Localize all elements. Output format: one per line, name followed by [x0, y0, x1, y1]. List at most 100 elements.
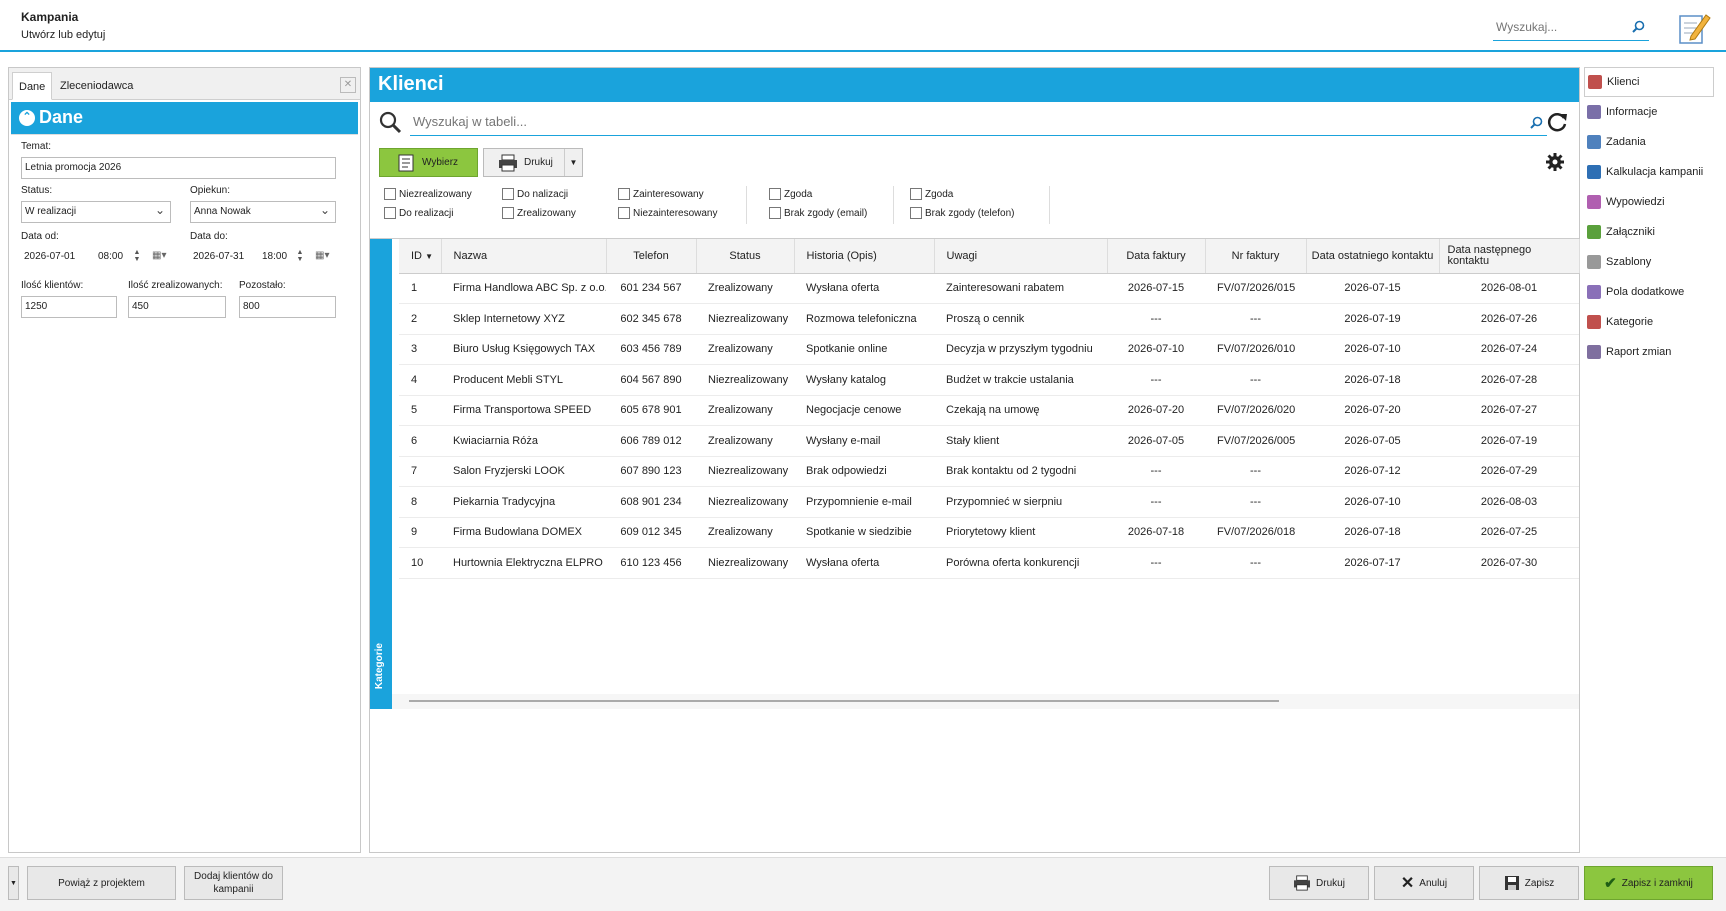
checkbox[interactable] [618, 207, 630, 219]
table-cell: 2026-07-20 [1107, 395, 1205, 426]
table-row[interactable]: 10 Hurtownia Elektryczna ELPRO 610 123 456… [399, 547, 1579, 579]
gear-icon[interactable] [1545, 152, 1565, 172]
column-header-status[interactable]: Status [696, 239, 795, 274]
column-header-historia[interactable]: Historia (Opis) [794, 239, 935, 274]
filter-brak-zgody-telefon[interactable]: Brak zgody (telefon) [910, 207, 1015, 219]
calendar-icon[interactable]: ▦▾ [152, 250, 170, 264]
data-od-date[interactable]: 2026-07-01 [22, 247, 77, 267]
table-row[interactable]: 2 Sklep Internetowy XYZ 602 345 678 Niezrea… [399, 303, 1579, 335]
filter-label: Zrealizowany [517, 207, 576, 219]
nav-item-informacje[interactable]: Informacje [1584, 97, 1714, 127]
print-button[interactable]: Drukuj ▼ [483, 148, 583, 177]
filter-zgoda-telefon[interactable]: Zgoda [910, 188, 953, 200]
table-cell: 5 [399, 395, 441, 426]
data-od-label: Data od: [21, 231, 59, 242]
details-tabs: Dane Zleceniodawca ✕ [9, 68, 360, 100]
global-search-input[interactable] [1493, 15, 1623, 39]
search-icon[interactable] [1632, 20, 1645, 33]
status-select[interactable]: W realizacji [21, 201, 171, 223]
pozostalo-field[interactable]: 800 [239, 296, 336, 318]
table-cell: 8 [399, 486, 441, 518]
temat-field[interactable]: Letnia promocja 2026 [21, 157, 336, 179]
nav-item-załączniki[interactable]: Załączniki [1584, 217, 1714, 247]
close-icon[interactable]: ✕ [340, 77, 356, 93]
filter-do-nalizacji[interactable]: Do nalizacji [502, 188, 568, 200]
cancel-button[interactable]: ✕ Anuluj [1374, 866, 1474, 900]
filter-niezainteresowany[interactable]: Niezainteresowany [618, 207, 718, 219]
global-search[interactable] [1493, 15, 1649, 41]
table-row[interactable]: 9 Firma Budowlana DOMEX 609 012 345 Zrealiz… [399, 517, 1579, 548]
save-and-close-button[interactable]: ✔ Zapisz i zamknij [1584, 866, 1713, 900]
time-spinner[interactable]: ▲ ▼ [295, 249, 305, 265]
tab-zleceniodawca[interactable]: Zleceniodawca [54, 72, 139, 100]
data-od-time[interactable]: 08:00 [96, 247, 125, 267]
checkbox[interactable] [769, 188, 781, 200]
table-row[interactable]: 1 Firma Handlowa ABC Sp. z o.o. 601 234 56… [399, 273, 1579, 304]
filter-brak-zgody-email[interactable]: Brak zgody (email) [769, 207, 867, 219]
checkbox[interactable] [384, 207, 396, 219]
column-header-id[interactable]: ID ▼ [399, 239, 442, 274]
nav-item-szablony[interactable]: Szablony [1584, 247, 1714, 277]
data-do-time[interactable]: 18:00 [260, 247, 289, 267]
table-search-input[interactable] [410, 108, 1510, 134]
calendar-icon[interactable]: ▦▾ [315, 250, 333, 264]
column-header-data-faktury[interactable]: Data faktury [1107, 239, 1206, 274]
checkbox[interactable] [502, 207, 514, 219]
nav-item-klienci[interactable]: Klienci [1584, 67, 1714, 97]
chevron-up-icon[interactable]: ⌃ [19, 110, 35, 126]
horizontal-scrollbar[interactable] [409, 700, 1279, 702]
table-row[interactable]: 4 Producent Mebli STYL 604 567 890 Niezreal… [399, 364, 1579, 396]
time-spinner[interactable]: ▲ ▼ [132, 249, 142, 265]
filter-zrealizowany[interactable]: Zrealizowany [502, 207, 576, 219]
checkbox[interactable] [618, 188, 630, 200]
select-button[interactable]: Wybierz [379, 148, 478, 177]
checkbox[interactable] [769, 207, 781, 219]
ilosc-zrealizowanych-field[interactable]: 450 [128, 296, 226, 318]
checkbox[interactable] [910, 188, 922, 200]
filter-zgoda-email[interactable]: Zgoda [769, 188, 812, 200]
column-header-nr-faktury[interactable]: Nr faktury [1205, 239, 1307, 274]
checkbox[interactable] [910, 207, 922, 219]
print-bottom-button[interactable]: Drukuj [1269, 866, 1369, 900]
pozostalo-label: Pozostało: [239, 280, 286, 291]
add-clients-button[interactable]: Dodaj klientów do kampanii [184, 866, 283, 900]
checkbox[interactable] [502, 188, 514, 200]
nav-item-kategorie[interactable]: Kategorie [1584, 307, 1714, 337]
column-header-nazwa[interactable]: Nazwa [441, 239, 607, 274]
table-row[interactable]: 8 Piekarnia Tradycyjna 608 901 234 Niezreal… [399, 486, 1579, 518]
nav-item-wypowiedzi[interactable]: Wypowiedzi [1584, 187, 1714, 217]
filter-do-realizacji[interactable]: Do realizacji [384, 207, 453, 219]
tab-dane[interactable]: Dane [12, 72, 53, 100]
table-cell: --- [1205, 456, 1306, 487]
column-header-uwagi[interactable]: Uwagi [934, 239, 1108, 274]
nav-item-pola-dodatkowe[interactable]: Pola dodatkowe [1584, 277, 1714, 307]
table-cell: FV/07/2026/015 [1205, 273, 1306, 304]
table-row[interactable]: 7 Salon Fryzjerski LOOK 607 890 123 Niezrea… [399, 456, 1579, 487]
data-do-date[interactable]: 2026-07-31 [191, 247, 246, 267]
opiekun-select[interactable]: Anna Nowak [190, 201, 336, 223]
filter-niezrealizowany[interactable]: Niezrealizowany [384, 188, 472, 200]
filter-zainteresowany[interactable]: Zainteresowany [618, 188, 704, 200]
nav-item-zadania[interactable]: Zadania [1584, 127, 1714, 157]
table-search[interactable] [410, 108, 1547, 136]
column-header-data-ostatniego-kontaktu[interactable]: Data ostatniego kontaktu [1306, 239, 1440, 274]
categories-side-tab[interactable]: Kategorie [370, 239, 392, 709]
checkbox[interactable] [384, 188, 396, 200]
table-row[interactable]: 5 Firma Transportowa SPEED 605 678 901 Zrea… [399, 395, 1579, 426]
search-icon[interactable] [1530, 116, 1543, 129]
chevron-down-icon[interactable]: ▼ [564, 149, 582, 176]
nav-item-raport-zmian[interactable]: Raport zmian [1584, 337, 1714, 367]
table-row[interactable]: 3 Biuro Usług Księgowych TAX 603 456 789 Zr… [399, 334, 1579, 365]
link-project-button[interactable]: Powiąż z projektem [27, 866, 176, 900]
save-button[interactable]: Zapisz [1479, 866, 1579, 900]
expand-menu-button[interactable]: ▼ [8, 866, 19, 900]
table-cell: --- [1107, 303, 1205, 335]
refresh-icon[interactable] [1545, 110, 1569, 134]
nav-item-kalkulacja-kampanii[interactable]: Kalkulacja kampanii [1584, 157, 1714, 187]
nav-item-label: Raport zmian [1606, 346, 1672, 358]
ilosc-klientow-field[interactable]: 1250 [21, 296, 117, 318]
calculator-icon [1587, 165, 1601, 179]
column-header-telefon[interactable]: Telefon [606, 239, 697, 274]
column-header-data-nastepnego-kontaktu[interactable]: Data następnego kontaktu [1439, 239, 1580, 274]
table-row[interactable]: 6 Kwiaciarnia Róża 606 789 012 Zrealizowany… [399, 425, 1579, 457]
